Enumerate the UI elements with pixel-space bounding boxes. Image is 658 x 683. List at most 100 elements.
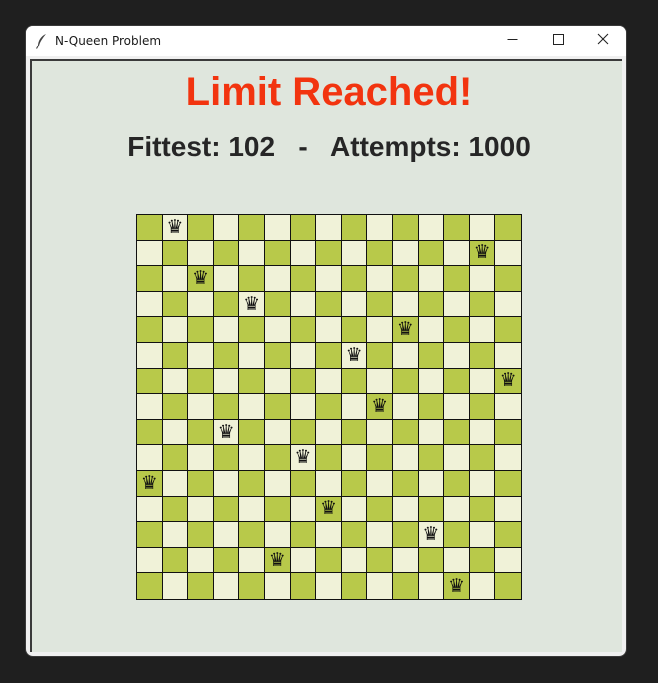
board-cell [469,394,496,420]
board-cell [290,317,317,343]
board-cell [265,343,291,369]
board-cell [137,240,163,267]
board-cell [290,343,317,369]
board-cell [393,394,419,420]
board-cell [188,547,214,574]
board-cell [162,266,189,292]
queen-icon: ♛ [243,292,261,315]
queen-icon: ♛ [447,574,466,597]
board-cell [444,215,470,241]
queen-icon: ♛ [191,266,210,289]
board-cell [418,317,445,343]
board-cell [290,266,317,292]
board-cell [137,266,163,292]
board-cell [393,215,419,241]
board-cell [418,445,445,471]
board-cell [188,215,214,241]
board-cell [239,471,265,497]
board-cell [265,496,291,523]
board-cell [162,343,189,369]
board-cell [213,394,240,420]
board-cell [137,368,163,395]
board-cell [162,317,189,343]
board-cell [418,343,445,369]
board-cell [418,266,445,292]
board-cell: ♛ [213,419,240,446]
board-cell [418,291,445,318]
maximize-button[interactable] [535,26,581,56]
board-cell [213,522,240,548]
board-cell [495,240,521,267]
board-cell [341,419,368,446]
board-cell [239,496,265,523]
maximize-icon [552,32,564,50]
board-cell [265,215,291,241]
board-cell [444,240,470,267]
board-cell [444,394,470,420]
board-cell: ♛ [444,573,470,599]
board-cell [162,522,189,548]
board-cell [316,317,342,343]
board-cell: ♛ [393,317,419,343]
queen-icon: ♛ [294,446,312,469]
fittest-label: Fittest: [127,131,221,162]
board-cell [316,573,342,599]
board-cell [393,291,419,318]
board-cell [239,394,265,420]
board-cell [188,522,214,548]
board-cell: ♛ [316,496,342,523]
board-cell [265,573,291,599]
board-cell [188,471,214,497]
close-button[interactable] [580,26,626,56]
queen-icon: ♛ [345,343,363,366]
board-cell [137,343,163,369]
board-cell [367,419,393,446]
board-cell [367,240,393,267]
board-cell [213,240,240,267]
board-cell [444,471,470,497]
board-cell: ♛ [290,445,317,471]
board-cell [418,471,445,497]
board-cell [290,394,317,420]
queen-icon: ♛ [396,318,414,341]
board-cell [393,471,419,497]
board-cell [290,522,317,548]
board-cell [367,368,393,395]
board-cell [495,317,521,343]
board-cell [188,573,214,599]
minimize-button[interactable] [489,26,535,56]
board-cell [418,496,445,523]
board-cell [495,496,521,523]
board-cell [495,291,521,318]
board-cell [469,317,496,343]
board-cell [265,240,291,267]
board-cell: ♛ [341,343,368,369]
board-cell: ♛ [162,215,189,241]
board-cell [444,343,470,369]
board-cell [418,240,445,267]
feather-icon [35,33,49,49]
title-bar[interactable]: N-Queen Problem [26,26,626,56]
board-cell [393,368,419,395]
board-cell [418,547,445,574]
attempts-value: 1000 [468,131,531,162]
board-cell [469,522,496,548]
board-cell [469,496,496,523]
board-cell [341,240,368,267]
board-cell [137,394,163,420]
board-cell [162,496,189,523]
board-cell [213,496,240,523]
board-cell [341,215,368,241]
board-cell [367,266,393,292]
board-cell [188,240,214,267]
board-cell [162,394,189,420]
board-cell [341,471,368,497]
board-cell [316,240,342,267]
board-cell [393,419,419,446]
board-cell [265,394,291,420]
minimize-icon [507,32,518,50]
board-cell [341,266,368,292]
board-cell [265,368,291,395]
board-cell [137,215,163,241]
queen-icon: ♛ [140,471,158,494]
